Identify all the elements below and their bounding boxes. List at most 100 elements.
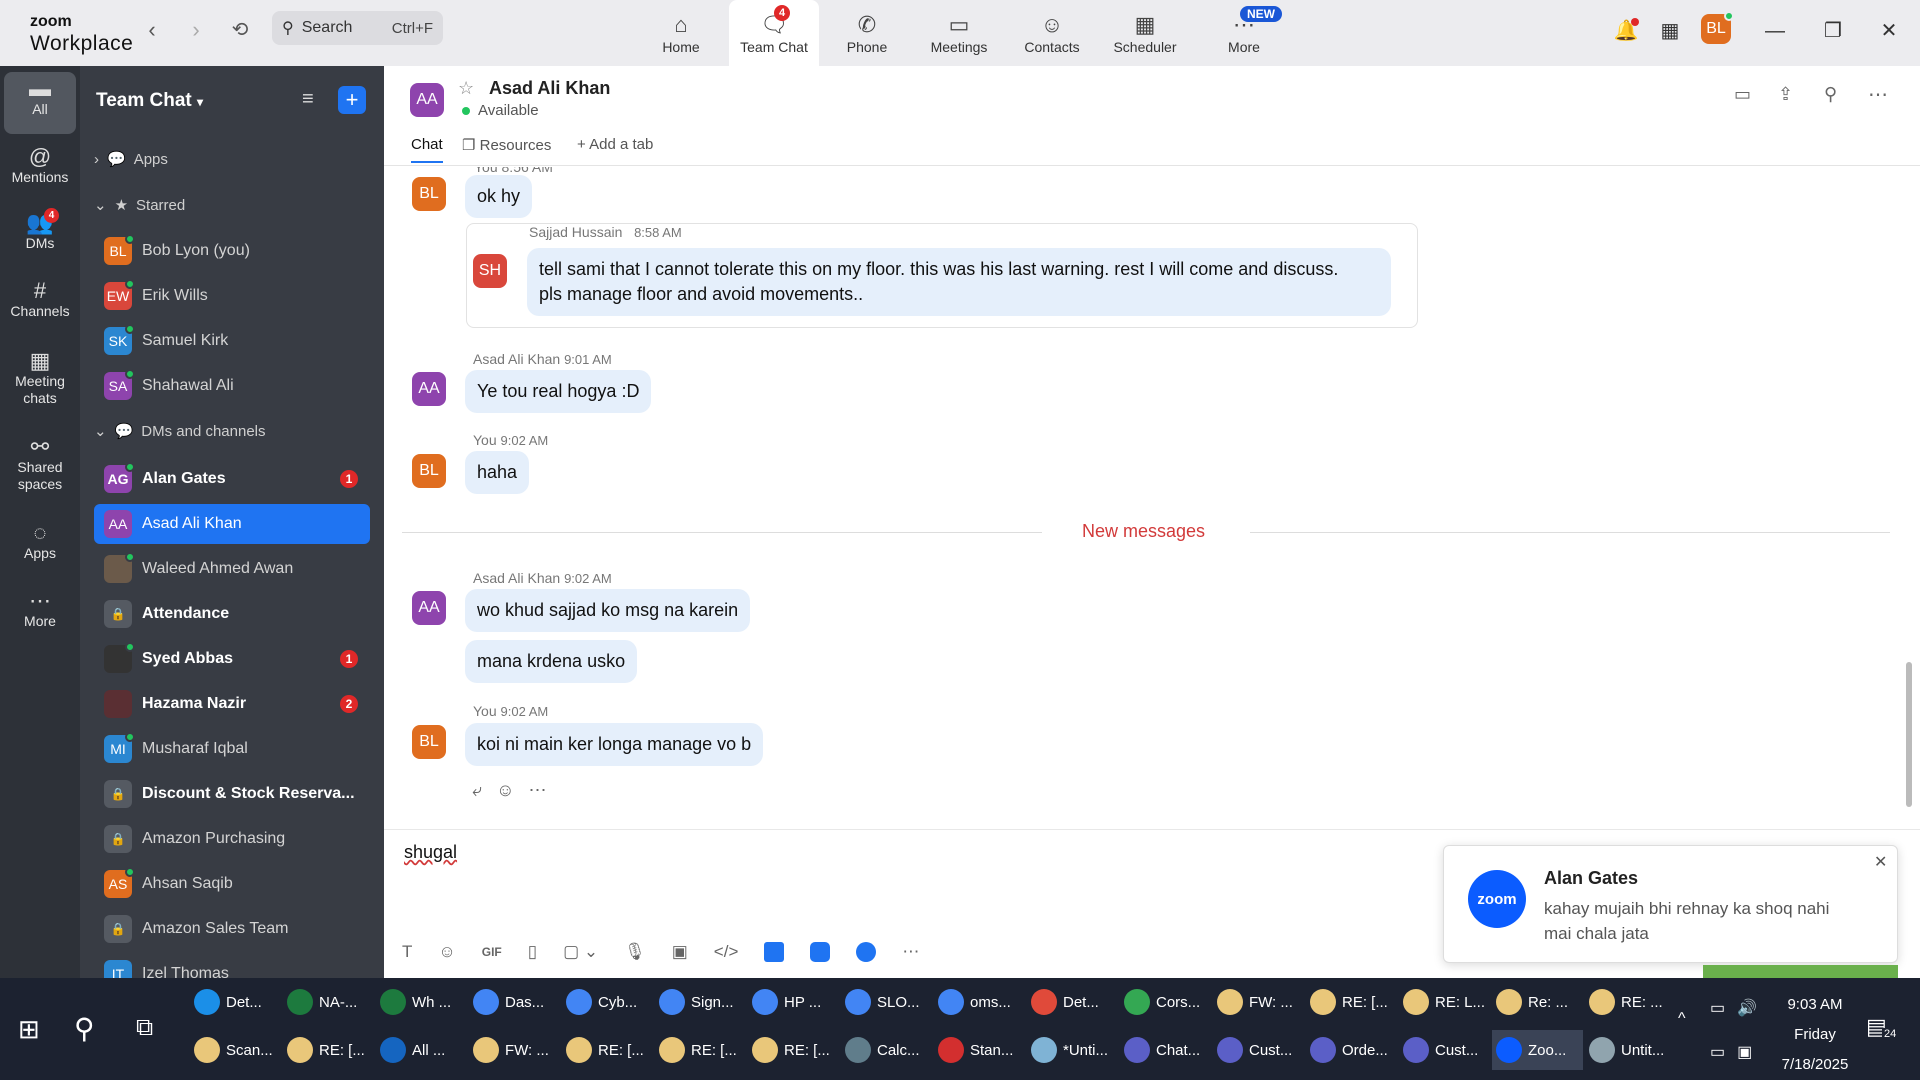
new-chat-button[interactable]: + xyxy=(338,86,366,114)
avatar[interactable]: AA xyxy=(412,591,446,625)
rail-mentions[interactable]: @ Mentions xyxy=(4,146,76,186)
taskbar-app[interactable]: Cors... xyxy=(1120,982,1211,1022)
code-icon[interactable]: </> xyxy=(714,942,739,962)
taskbar-app[interactable]: *Unti... xyxy=(1027,1030,1118,1070)
notification-toast[interactable]: zoom Alan Gates kahay mujaih bhi rehnay … xyxy=(1443,845,1898,963)
tab-home[interactable]: ⌂ Home xyxy=(636,0,726,66)
sidebar-item-ahsan-saqib[interactable]: AS Ahsan Saqib xyxy=(94,864,370,904)
reply-icon[interactable]: ⤶ xyxy=(472,780,482,801)
profile-avatar[interactable]: BL xyxy=(1701,11,1734,44)
search-input[interactable]: ⚲ Search Ctrl+F xyxy=(272,11,443,45)
tab-resources[interactable]: ❐ Resources xyxy=(462,136,551,154)
dms-section[interactable]: ⌄ 💬 DMs and channels xyxy=(94,422,266,441)
rail-dms[interactable]: 👥 4 DMs xyxy=(4,208,76,252)
sidebar-item-alan-gates[interactable]: AG Alan Gates 1 xyxy=(94,459,370,499)
bell-icon[interactable]: 🔔 xyxy=(1611,16,1641,46)
message-bubble[interactable]: Ye tou real hogya :D xyxy=(465,370,652,413)
sidebar-item-bob-lyon[interactable]: BL Bob Lyon (you) xyxy=(94,231,370,271)
taskbar-app[interactable]: Cyb... xyxy=(562,982,653,1022)
app-icon-2[interactable] xyxy=(810,942,831,962)
notification-center-icon[interactable]: ▤ 24 xyxy=(1866,1014,1899,1040)
search-icon[interactable]: ⚲ xyxy=(74,1012,95,1045)
calendar-icon[interactable]: ▦ xyxy=(1655,16,1685,46)
file-icon[interactable]: ▯ xyxy=(528,942,537,962)
forward-arrow-icon[interactable]: › xyxy=(182,16,210,44)
emoji-icon[interactable]: ☺ xyxy=(438,942,455,962)
avatar[interactable]: BL xyxy=(412,454,446,488)
task-view-icon[interactable]: ⧉ xyxy=(136,1014,153,1042)
tab-phone[interactable]: ✆ Phone xyxy=(822,0,912,66)
sidebar-item-amazon-purchasing[interactable]: 🔒 Amazon Purchasing xyxy=(94,819,370,859)
more-icon[interactable]: ⋯ xyxy=(528,780,546,801)
battery-icon[interactable]: ▭ xyxy=(1710,998,1725,1018)
starred-section[interactable]: ⌄ ★ Starred xyxy=(94,196,185,215)
avatar[interactable]: BL xyxy=(412,177,446,211)
taskbar-app[interactable]: Chat... xyxy=(1120,1030,1211,1070)
taskbar-app[interactable]: RE: [... xyxy=(283,1030,374,1070)
rail-more[interactable]: ⋯ More xyxy=(4,590,76,630)
taskbar-app[interactable]: Stan... xyxy=(934,1030,1025,1070)
tab-team-chat[interactable]: 🗨 4 Team Chat xyxy=(729,0,819,66)
taskbar-app[interactable]: RE: [... xyxy=(562,1030,653,1070)
close-icon[interactable]: ✕ xyxy=(1874,16,1904,46)
share-screen-icon[interactable]: ⇪ xyxy=(1778,84,1793,105)
taskbar-app[interactable]: HP ... xyxy=(748,982,839,1022)
windows-start-icon[interactable]: ⊞ xyxy=(18,1014,40,1045)
emoji-react-icon[interactable]: ☺ xyxy=(496,780,514,801)
video-call-icon[interactable]: ▭ xyxy=(1734,84,1751,105)
microphone-icon[interactable]: 🎙 xyxy=(624,942,646,962)
rail-apps[interactable]: ◌ Apps xyxy=(4,522,76,562)
clock[interactable]: 9:03 AM Friday 7/18/2025 xyxy=(1770,990,1860,1080)
sidebar-title[interactable]: Team Chat ▾ xyxy=(96,90,203,112)
history-icon[interactable]: ⟲ xyxy=(226,16,254,44)
restore-icon[interactable]: ❐ xyxy=(1818,16,1848,46)
message-bubble[interactable]: haha xyxy=(465,451,530,494)
app-icon-3[interactable] xyxy=(856,942,877,962)
taskbar-app[interactable]: Cust... xyxy=(1399,1030,1490,1070)
rail-all[interactable]: ▬ All xyxy=(4,72,76,134)
sidebar-item-amazon-sales-team[interactable]: 🔒 Amazon Sales Team xyxy=(94,909,370,949)
sidebar-item-samuel-kirk[interactable]: SK Samuel Kirk xyxy=(94,321,370,361)
message-bubble[interactable]: ok hy xyxy=(465,175,533,218)
taskbar-app[interactable]: Das... xyxy=(469,982,560,1022)
avatar[interactable]: AA xyxy=(412,372,446,406)
display-icon[interactable]: ▣ xyxy=(1737,1042,1752,1062)
message-bubble[interactable]: mana krdena usko xyxy=(465,640,638,683)
rail-channels[interactable]: # Channels xyxy=(4,280,76,320)
taskbar-app[interactable]: SLO... xyxy=(841,982,932,1022)
taskbar-app[interactable]: RE: [... xyxy=(655,1030,746,1070)
contact-name[interactable]: Asad Ali Khan xyxy=(489,78,610,99)
search-icon[interactable]: ⚲ xyxy=(1824,84,1837,105)
sidebar-item-izel-thomas[interactable]: IT Izel Thomas xyxy=(94,954,370,978)
taskbar-app[interactable]: Calc... xyxy=(841,1030,932,1070)
taskbar-app[interactable]: All ... xyxy=(376,1030,467,1070)
taskbar-app[interactable]: Scan... xyxy=(190,1030,281,1070)
quoted-message[interactable]: Sajjad Hussain 8:58 AM SH tell sami that… xyxy=(466,223,1418,328)
taskbar-app[interactable]: Cust... xyxy=(1213,1030,1304,1070)
sidebar-item-erik-wills[interactable]: EW Erik Wills xyxy=(94,276,370,316)
sidebar-item-syed-abbas[interactable]: Syed Abbas 1 xyxy=(94,639,370,679)
taskbar-app[interactable]: NA-... xyxy=(283,982,374,1022)
taskbar-app[interactable]: FW: ... xyxy=(469,1030,560,1070)
more-options-icon[interactable]: ⋯ xyxy=(1868,82,1888,107)
taskbar-app[interactable]: oms... xyxy=(934,982,1025,1022)
sidebar-item-asad-ali-khan[interactable]: AA Asad Ali Khan xyxy=(94,504,370,544)
tab-chat[interactable]: Chat xyxy=(411,136,443,163)
screenshot-icon[interactable]: ▢ ⌄ xyxy=(563,942,598,962)
message-input[interactable]: shugal xyxy=(404,842,457,863)
volume-icon[interactable]: 🔊 xyxy=(1737,998,1757,1018)
taskbar-app[interactable]: RE: ... xyxy=(1585,982,1676,1022)
chevron-up-icon[interactable]: ^ xyxy=(1678,1010,1686,1028)
scrollbar[interactable] xyxy=(1906,662,1912,807)
network-icon[interactable]: ▭ xyxy=(1710,1042,1725,1062)
rail-meeting-chats[interactable]: ▦ Meeting chats xyxy=(4,350,76,407)
sidebar-item-musharaf-iqbal[interactable]: MI Musharaf Iqbal xyxy=(94,729,370,769)
sidebar-item-attendance[interactable]: 🔒 Attendance xyxy=(94,594,370,634)
taskbar-app[interactable]: Det... xyxy=(1027,982,1118,1022)
minimize-icon[interactable]: — xyxy=(1760,16,1790,46)
taskbar-app[interactable]: Orde... xyxy=(1306,1030,1397,1070)
more-icon[interactable]: ⋯ xyxy=(902,942,919,962)
rail-shared-spaces[interactable]: ⚯ Shared spaces xyxy=(4,436,76,493)
taskbar-app[interactable]: Det... xyxy=(190,982,281,1022)
tab-meetings[interactable]: ▭ Meetings xyxy=(914,0,1004,66)
